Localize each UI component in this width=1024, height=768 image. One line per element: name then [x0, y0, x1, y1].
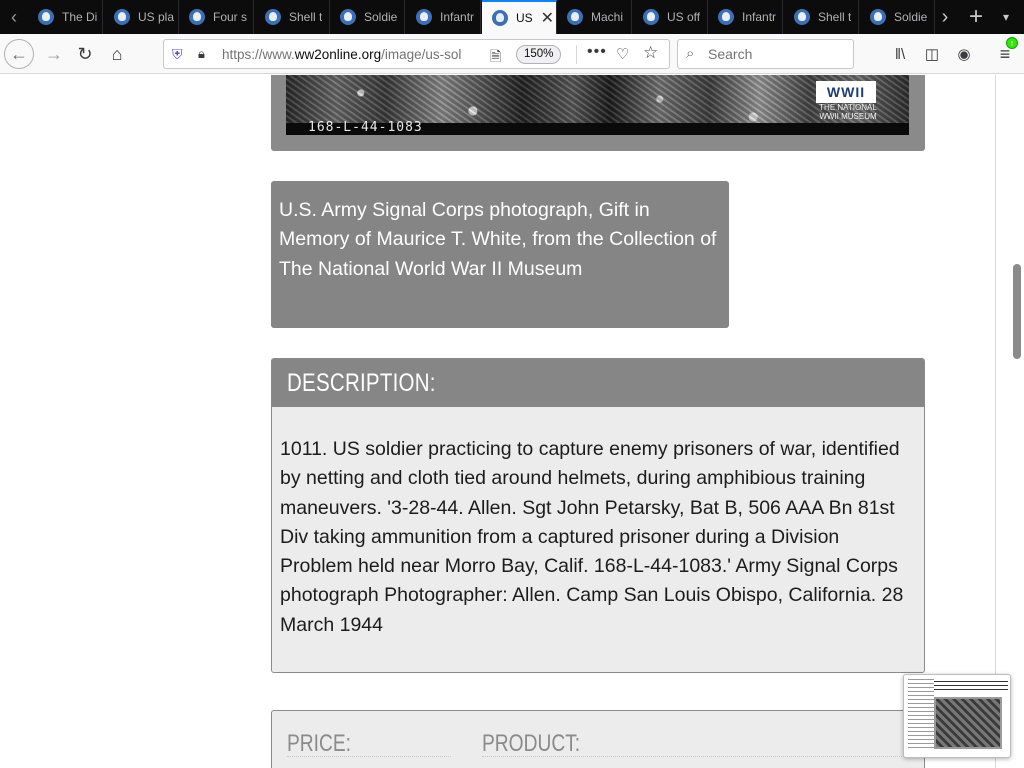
- tab-favicon-icon: [794, 9, 810, 25]
- tab-title: Four s: [213, 10, 248, 24]
- tab-title: US pla: [138, 10, 175, 24]
- tab[interactable]: US off: [633, 0, 708, 34]
- home-icon[interactable]: ⌂: [101, 38, 133, 70]
- tab-favicon-icon: [189, 9, 205, 25]
- tab[interactable]: US pla: [104, 0, 179, 34]
- product-heading: PRODUCT:: [482, 730, 581, 757]
- tab[interactable]: The Di: [28, 0, 103, 34]
- account-icon[interactable]: ◉: [953, 43, 975, 65]
- tab[interactable]: Machi: [557, 0, 632, 34]
- tab-title: US off: [667, 10, 701, 24]
- lock-icon[interactable]: 🔒︎: [198, 46, 205, 62]
- tab-title: Soldie: [364, 10, 398, 24]
- reload-icon[interactable]: ↻: [69, 38, 101, 70]
- logo-caption: THE NATIONAL WWII MUSEUM: [819, 103, 877, 121]
- search-box[interactable]: ⌕: [677, 39, 854, 69]
- description-heading: DESCRIPTION:: [287, 369, 436, 397]
- photo-credit-text: U.S. Army Signal Corps photograph, Gift …: [279, 199, 717, 280]
- scrollbar-thumb[interactable]: [1013, 264, 1021, 359]
- tab-close-icon[interactable]: ✕: [541, 8, 554, 28]
- update-badge-icon[interactable]: ↑: [1006, 37, 1018, 49]
- sidebar-icon[interactable]: ◫: [921, 43, 943, 65]
- tab-active[interactable]: US ✕: [482, 0, 557, 34]
- film-code: 168-L-44-1083: [308, 120, 423, 135]
- bookmark-star-icon[interactable]: ☆: [643, 43, 658, 63]
- library-icon[interactable]: ‖\: [889, 43, 911, 65]
- thumbnail-photo: [934, 697, 1002, 749]
- new-tab-plus-icon[interactable]: +: [962, 0, 990, 34]
- tab-title: Shell t: [818, 10, 852, 24]
- price-divider: [287, 756, 451, 757]
- tab[interactable]: Shell t: [255, 0, 330, 34]
- tab-scroll-left-icon[interactable]: ‹: [0, 0, 28, 34]
- search-input[interactable]: [708, 46, 848, 62]
- tab-strip: ‹ The Di US pla Four s Shell t Soldie Infantr…: [0, 0, 1024, 34]
- tab[interactable]: Shell t: [784, 0, 859, 34]
- description-text: 1011. US soldier practicing to capture e…: [280, 438, 904, 636]
- reader-view-icon[interactable]: 🗎︎: [490, 46, 501, 70]
- pocket-icon[interactable]: ♡: [616, 45, 629, 63]
- tab-favicon-icon: [265, 9, 281, 25]
- tab-title: Shell t: [289, 10, 323, 24]
- tab-favicon-icon: [340, 9, 356, 25]
- page-thumbnail-preview[interactable]: [903, 674, 1011, 758]
- tab[interactable]: Infantr: [708, 0, 783, 34]
- thumbnail-text-lines: [908, 679, 934, 749]
- tab-favicon-icon: [38, 9, 54, 25]
- product-divider: [482, 756, 902, 757]
- tab[interactable]: Four s: [179, 0, 254, 34]
- navigation-toolbar: ← → ↻ ⌂ ⛨ 🔒︎ https://www.ww2online.org/i…: [0, 34, 1024, 74]
- forward-arrow-icon[interactable]: →: [38, 38, 70, 70]
- tab-favicon-icon: [416, 9, 432, 25]
- price-product-panel: PRICE: PRODUCT:: [271, 710, 925, 768]
- url-text[interactable]: https://www.ww2online.org/image/us-sol: [222, 47, 484, 62]
- tab-title: Machi: [591, 10, 624, 24]
- archive-photo[interactable]: 168-L-44-1083 WWII THE NATIONAL WWII MUS…: [286, 75, 909, 135]
- tracking-shield-icon[interactable]: ⛨: [172, 46, 183, 63]
- tab[interactable]: Infantr: [406, 0, 481, 34]
- tab[interactable]: Soldie: [860, 0, 935, 34]
- page-edge-divider: [995, 75, 996, 768]
- thumbnail-title-lines: [934, 681, 1008, 691]
- tab-title: US: [516, 11, 533, 25]
- wwii-museum-logo: WWII: [816, 81, 876, 103]
- search-icon: ⌕: [686, 45, 695, 62]
- tab-favicon-icon: [870, 9, 886, 25]
- scrollbar-track[interactable]: [1008, 75, 1024, 768]
- zoom-level-button[interactable]: 150%: [516, 45, 562, 64]
- chevron-right-icon[interactable]: ›: [931, 0, 959, 34]
- tab-title: Infantr: [742, 10, 777, 24]
- url-bar-separator: [576, 45, 577, 64]
- tab-favicon-icon: [114, 9, 130, 25]
- tab[interactable]: Soldie: [330, 0, 405, 34]
- description-panel: DESCRIPTION: 1011. US soldier practicing…: [271, 358, 925, 673]
- tab-favicon-icon: [718, 9, 734, 25]
- tab-favicon-icon: [567, 9, 583, 25]
- price-heading: PRICE:: [287, 730, 352, 757]
- tab-title: Soldie: [894, 10, 928, 24]
- back-arrow-icon[interactable]: ←: [4, 39, 34, 69]
- photo-credit-box: U.S. Army Signal Corps photograph, Gift …: [271, 181, 729, 328]
- page-actions-more-icon[interactable]: •••: [587, 43, 607, 61]
- tab-title: The Di: [62, 10, 98, 24]
- description-header: DESCRIPTION:: [272, 359, 924, 407]
- tab-favicon-icon: [492, 10, 508, 26]
- tab-title: Infantr: [440, 10, 475, 24]
- tab-list-chevron-down-icon[interactable]: ▾: [992, 0, 1020, 34]
- url-bar[interactable]: ⛨ 🔒︎ https://www.ww2online.org/image/us-…: [163, 39, 670, 69]
- tab-favicon-icon: [643, 9, 659, 25]
- page-viewport: 168-L-44-1083 WWII THE NATIONAL WWII MUS…: [0, 75, 1024, 768]
